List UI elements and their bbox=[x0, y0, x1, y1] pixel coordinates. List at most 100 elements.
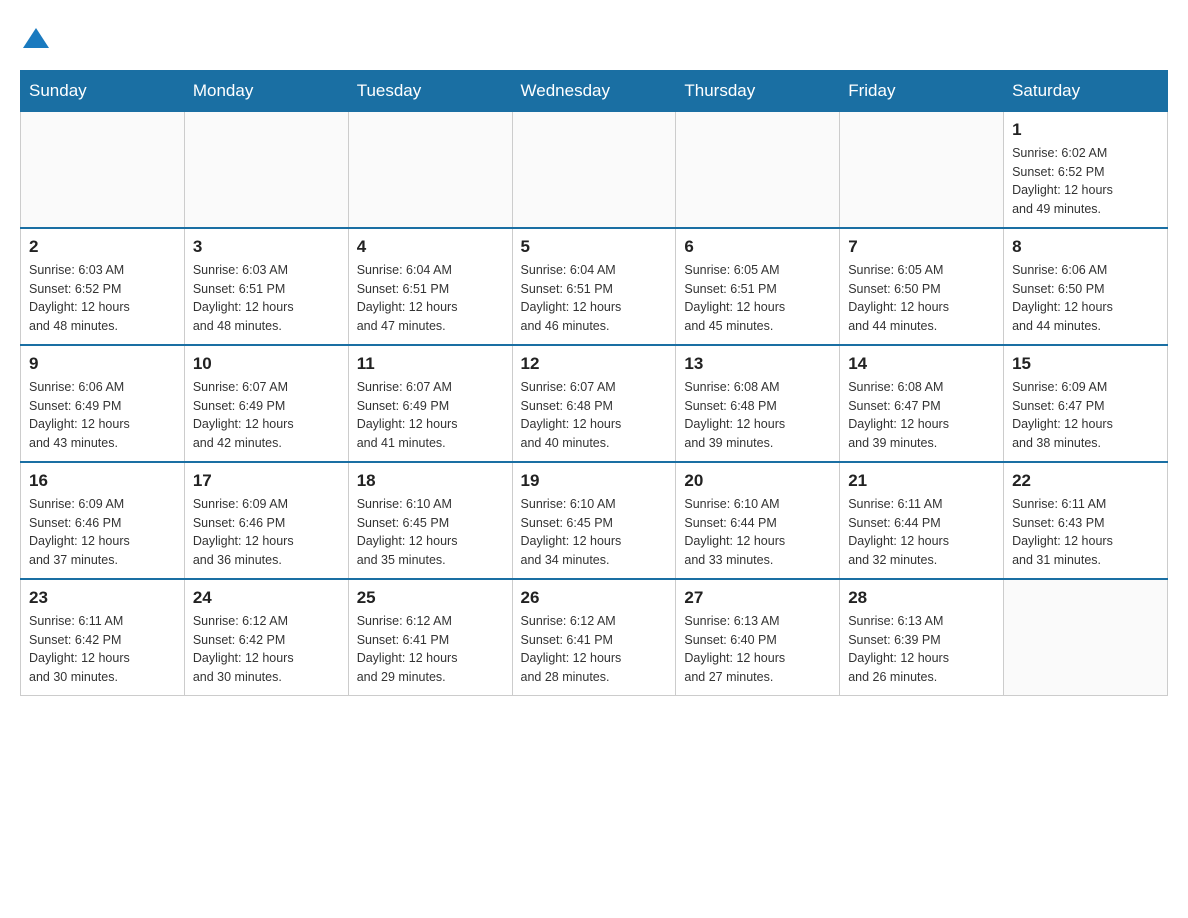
day-number: 12 bbox=[521, 354, 668, 374]
calendar-day-cell bbox=[512, 111, 676, 228]
calendar-table: SundayMondayTuesdayWednesdayThursdayFrid… bbox=[20, 70, 1168, 696]
day-number: 8 bbox=[1012, 237, 1159, 257]
day-info: Sunrise: 6:12 AM Sunset: 6:41 PM Dayligh… bbox=[521, 612, 668, 687]
calendar-day-cell: 8 Sunrise: 6:06 AM Sunset: 6:50 PM Daylig… bbox=[1004, 228, 1168, 345]
day-info: Sunrise: 6:03 AM Sunset: 6:52 PM Dayligh… bbox=[29, 261, 176, 336]
day-info: Sunrise: 6:06 AM Sunset: 6:49 PM Dayligh… bbox=[29, 378, 176, 453]
calendar-day-cell bbox=[676, 111, 840, 228]
calendar-day-cell: 14 Sunrise: 6:08 AM Sunset: 6:47 PM Dayli… bbox=[840, 345, 1004, 462]
day-number: 6 bbox=[684, 237, 831, 257]
day-number: 13 bbox=[684, 354, 831, 374]
day-info: Sunrise: 6:05 AM Sunset: 6:50 PM Dayligh… bbox=[848, 261, 995, 336]
calendar-day-cell: 16 Sunrise: 6:09 AM Sunset: 6:46 PM Dayli… bbox=[21, 462, 185, 579]
day-number: 5 bbox=[521, 237, 668, 257]
calendar-day-cell: 15 Sunrise: 6:09 AM Sunset: 6:47 PM Dayli… bbox=[1004, 345, 1168, 462]
logo bbox=[20, 20, 49, 50]
day-number: 27 bbox=[684, 588, 831, 608]
day-number: 24 bbox=[193, 588, 340, 608]
day-number: 22 bbox=[1012, 471, 1159, 491]
calendar-day-cell: 27 Sunrise: 6:13 AM Sunset: 6:40 PM Dayli… bbox=[676, 579, 840, 696]
day-info: Sunrise: 6:12 AM Sunset: 6:42 PM Dayligh… bbox=[193, 612, 340, 687]
day-info: Sunrise: 6:07 AM Sunset: 6:49 PM Dayligh… bbox=[193, 378, 340, 453]
calendar-day-cell: 22 Sunrise: 6:11 AM Sunset: 6:43 PM Dayli… bbox=[1004, 462, 1168, 579]
day-info: Sunrise: 6:02 AM Sunset: 6:52 PM Dayligh… bbox=[1012, 144, 1159, 219]
calendar-day-cell: 24 Sunrise: 6:12 AM Sunset: 6:42 PM Dayli… bbox=[184, 579, 348, 696]
calendar-week-row: 9 Sunrise: 6:06 AM Sunset: 6:49 PM Daylig… bbox=[21, 345, 1168, 462]
day-number: 25 bbox=[357, 588, 504, 608]
calendar-day-cell: 5Sunrise: 6:04 AM Sunset: 6:51 PM Daylig… bbox=[512, 228, 676, 345]
day-number: 9 bbox=[29, 354, 176, 374]
day-info: Sunrise: 6:09 AM Sunset: 6:46 PM Dayligh… bbox=[193, 495, 340, 570]
day-number: 3 bbox=[193, 237, 340, 257]
calendar-day-cell: 21 Sunrise: 6:11 AM Sunset: 6:44 PM Dayli… bbox=[840, 462, 1004, 579]
day-number: 23 bbox=[29, 588, 176, 608]
day-info: Sunrise: 6:09 AM Sunset: 6:46 PM Dayligh… bbox=[29, 495, 176, 570]
calendar-week-row: 1 Sunrise: 6:02 AM Sunset: 6:52 PM Daylig… bbox=[21, 111, 1168, 228]
calendar-day-cell bbox=[184, 111, 348, 228]
day-info: Sunrise: 6:07 AM Sunset: 6:48 PM Dayligh… bbox=[521, 378, 668, 453]
calendar-day-cell bbox=[840, 111, 1004, 228]
day-info: Sunrise: 6:09 AM Sunset: 6:47 PM Dayligh… bbox=[1012, 378, 1159, 453]
calendar-day-cell: 28 Sunrise: 6:13 AM Sunset: 6:39 PM Dayli… bbox=[840, 579, 1004, 696]
calendar-day-cell: 12 Sunrise: 6:07 AM Sunset: 6:48 PM Dayli… bbox=[512, 345, 676, 462]
calendar-day-cell: 2 Sunrise: 6:03 AM Sunset: 6:52 PM Daylig… bbox=[21, 228, 185, 345]
day-number: 14 bbox=[848, 354, 995, 374]
day-number: 2 bbox=[29, 237, 176, 257]
day-info: Sunrise: 6:11 AM Sunset: 6:42 PM Dayligh… bbox=[29, 612, 176, 687]
calendar-header-row: SundayMondayTuesdayWednesdayThursdayFrid… bbox=[21, 70, 1168, 111]
calendar-day-cell: 23 Sunrise: 6:11 AM Sunset: 6:42 PM Dayli… bbox=[21, 579, 185, 696]
day-number: 16 bbox=[29, 471, 176, 491]
calendar-day-cell: 4 Sunrise: 6:04 AM Sunset: 6:51 PM Daylig… bbox=[348, 228, 512, 345]
page-header bbox=[20, 20, 1168, 50]
logo-triangle-icon bbox=[23, 28, 49, 48]
calendar-day-cell bbox=[21, 111, 185, 228]
calendar-day-cell: 19 Sunrise: 6:10 AM Sunset: 6:45 PM Dayli… bbox=[512, 462, 676, 579]
day-number: 17 bbox=[193, 471, 340, 491]
calendar-header-friday: Friday bbox=[840, 70, 1004, 111]
calendar-day-cell: 20Sunrise: 6:10 AM Sunset: 6:44 PM Dayli… bbox=[676, 462, 840, 579]
calendar-week-row: 2 Sunrise: 6:03 AM Sunset: 6:52 PM Daylig… bbox=[21, 228, 1168, 345]
day-info: Sunrise: 6:13 AM Sunset: 6:40 PM Dayligh… bbox=[684, 612, 831, 687]
calendar-header-monday: Monday bbox=[184, 70, 348, 111]
calendar-day-cell: 17 Sunrise: 6:09 AM Sunset: 6:46 PM Dayli… bbox=[184, 462, 348, 579]
day-info: Sunrise: 6:13 AM Sunset: 6:39 PM Dayligh… bbox=[848, 612, 995, 687]
calendar-header-sunday: Sunday bbox=[21, 70, 185, 111]
day-number: 10 bbox=[193, 354, 340, 374]
day-info: Sunrise: 6:08 AM Sunset: 6:47 PM Dayligh… bbox=[848, 378, 995, 453]
calendar-day-cell: 3 Sunrise: 6:03 AM Sunset: 6:51 PM Daylig… bbox=[184, 228, 348, 345]
day-number: 7 bbox=[848, 237, 995, 257]
day-number: 4 bbox=[357, 237, 504, 257]
day-info: Sunrise: 6:05 AM Sunset: 6:51 PM Dayligh… bbox=[684, 261, 831, 336]
day-number: 1 bbox=[1012, 120, 1159, 140]
day-info: Sunrise: 6:10 AM Sunset: 6:45 PM Dayligh… bbox=[357, 495, 504, 570]
day-number: 18 bbox=[357, 471, 504, 491]
day-number: 19 bbox=[521, 471, 668, 491]
calendar-day-cell: 1 Sunrise: 6:02 AM Sunset: 6:52 PM Daylig… bbox=[1004, 111, 1168, 228]
calendar-day-cell: 6 Sunrise: 6:05 AM Sunset: 6:51 PM Daylig… bbox=[676, 228, 840, 345]
calendar-week-row: 23 Sunrise: 6:11 AM Sunset: 6:42 PM Dayli… bbox=[21, 579, 1168, 696]
calendar-header-tuesday: Tuesday bbox=[348, 70, 512, 111]
calendar-day-cell: 11Sunrise: 6:07 AM Sunset: 6:49 PM Dayli… bbox=[348, 345, 512, 462]
calendar-day-cell: 9 Sunrise: 6:06 AM Sunset: 6:49 PM Daylig… bbox=[21, 345, 185, 462]
day-number: 21 bbox=[848, 471, 995, 491]
calendar-header-wednesday: Wednesday bbox=[512, 70, 676, 111]
day-info: Sunrise: 6:10 AM Sunset: 6:45 PM Dayligh… bbox=[521, 495, 668, 570]
calendar-day-cell bbox=[348, 111, 512, 228]
calendar-day-cell: 13Sunrise: 6:08 AM Sunset: 6:48 PM Dayli… bbox=[676, 345, 840, 462]
day-number: 11 bbox=[357, 354, 504, 374]
calendar-header-saturday: Saturday bbox=[1004, 70, 1168, 111]
calendar-day-cell bbox=[1004, 579, 1168, 696]
day-number: 28 bbox=[848, 588, 995, 608]
day-info: Sunrise: 6:03 AM Sunset: 6:51 PM Dayligh… bbox=[193, 261, 340, 336]
calendar-day-cell: 26Sunrise: 6:12 AM Sunset: 6:41 PM Dayli… bbox=[512, 579, 676, 696]
day-info: Sunrise: 6:11 AM Sunset: 6:44 PM Dayligh… bbox=[848, 495, 995, 570]
calendar-week-row: 16 Sunrise: 6:09 AM Sunset: 6:46 PM Dayli… bbox=[21, 462, 1168, 579]
calendar-day-cell: 25Sunrise: 6:12 AM Sunset: 6:41 PM Dayli… bbox=[348, 579, 512, 696]
calendar-day-cell: 7 Sunrise: 6:05 AM Sunset: 6:50 PM Daylig… bbox=[840, 228, 1004, 345]
day-info: Sunrise: 6:06 AM Sunset: 6:50 PM Dayligh… bbox=[1012, 261, 1159, 336]
day-info: Sunrise: 6:11 AM Sunset: 6:43 PM Dayligh… bbox=[1012, 495, 1159, 570]
day-info: Sunrise: 6:04 AM Sunset: 6:51 PM Dayligh… bbox=[357, 261, 504, 336]
day-number: 15 bbox=[1012, 354, 1159, 374]
calendar-header-thursday: Thursday bbox=[676, 70, 840, 111]
calendar-day-cell: 10 Sunrise: 6:07 AM Sunset: 6:49 PM Dayli… bbox=[184, 345, 348, 462]
